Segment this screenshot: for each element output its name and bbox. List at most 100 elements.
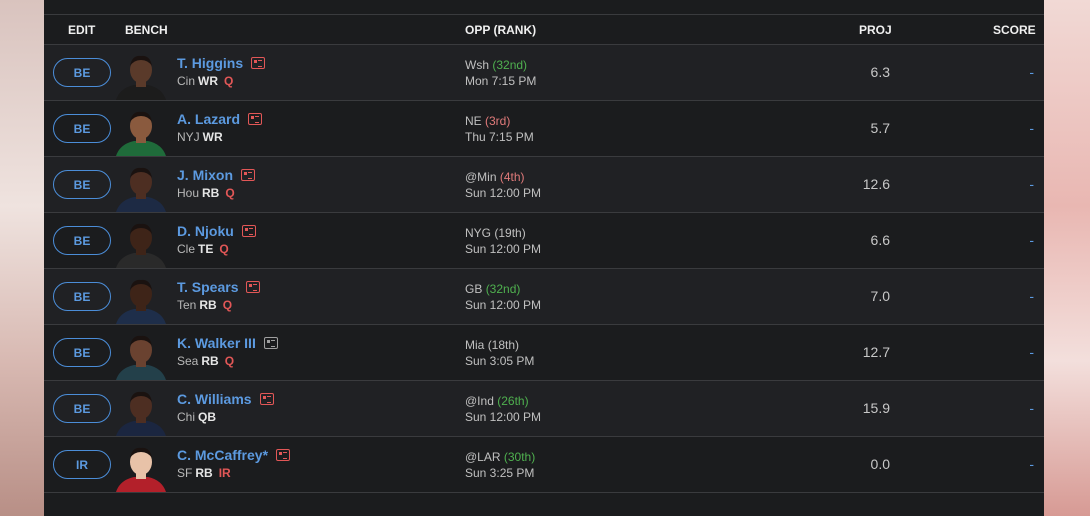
opponent-rank: (18th) [487,338,520,352]
opponent-info: @Ind (26th) Sun 12:00 PM [465,393,541,425]
injury-status: Q [222,298,233,312]
game-time: Sun 12:00 PM [465,298,542,312]
player-info: Cle TE Q [177,242,229,256]
player-name-link[interactable]: A. Lazard [177,111,240,127]
player-name-link[interactable]: J. Mixon [177,167,233,183]
opponent-team: @LAR [465,450,501,464]
player-name-link[interactable]: T. Higgins [177,55,243,71]
background-left [0,0,44,516]
player-team: Chi [177,410,196,424]
opponent-rank: (19th) [494,226,526,240]
lineup-slot-button[interactable]: IR [53,450,111,479]
projected-points: 12.6 [862,176,890,192]
player-info: Hou RB Q [177,186,235,200]
player-position: WR [202,130,223,144]
lineup-slot-button[interactable]: BE [53,114,111,143]
player-team: Sea [177,354,199,368]
player-name-wrap: J. Mixon [177,167,256,183]
lineup-slot-button[interactable]: BE [53,226,111,255]
projected-points: 0.0 [870,456,890,472]
table-row: BE C. Williams Chi QB @Ind (26th) Sun 12:… [44,381,1044,437]
player-position: RB [195,466,213,480]
player-name-wrap: A. Lazard [177,111,263,127]
header-proj: PROJ [859,22,892,37]
player-name-link[interactable]: T. Spears [177,279,238,295]
player-team: NYJ [177,130,200,144]
news-icon[interactable] [263,337,278,349]
player-team: Cin [177,74,196,88]
player-headshot [112,330,170,380]
top-bar [44,0,1044,15]
player-name-wrap: D. Njoku [177,223,256,239]
news-icon[interactable] [246,281,261,293]
score-value: - [1029,400,1034,416]
projected-points: 12.7 [862,344,890,360]
player-headshot [112,50,170,100]
player-headshot [112,218,170,268]
player-headshot [112,442,170,492]
opponent-rank: (3rd) [485,114,511,128]
lineup-slot-button[interactable]: BE [53,338,111,367]
opponent-info: Wsh (32nd) Mon 7:15 PM [465,57,536,89]
news-icon[interactable] [251,57,266,69]
player-position: TE [198,242,214,256]
table-row: BE A. Lazard NYJ WR NE (3rd) Thu 7:15 PM … [44,101,1044,157]
score-value: - [1029,176,1034,192]
news-icon[interactable] [276,449,291,461]
score-value: - [1029,64,1034,80]
projected-points: 6.6 [870,232,890,248]
player-info: Cin WR Q [177,74,233,88]
lineup-slot-button[interactable]: BE [53,282,111,311]
projected-points: 15.9 [862,400,890,416]
opponent-team: @Ind [465,394,494,408]
opponent-rank: (4th) [499,170,525,184]
score-value: - [1029,456,1034,472]
game-time: Thu 7:15 PM [465,130,534,144]
lineup-slot-button[interactable]: BE [53,170,111,199]
header-edit: EDIT [68,22,96,37]
player-info: Chi QB [177,410,222,424]
game-time: Mon 7:15 PM [465,74,537,88]
player-team: Cle [177,242,196,256]
player-headshot [112,162,170,212]
player-team: SF [177,466,193,480]
opponent-team: @Min [465,170,497,184]
game-time: Sun 12:00 PM [465,186,542,200]
opponent-team: Mia [465,338,485,352]
opponent-team: NYG [465,226,492,240]
game-time: Sun 12:00 PM [465,410,542,424]
game-time: Sun 3:25 PM [465,466,535,480]
score-value: - [1029,232,1034,248]
player-position: QB [198,410,217,424]
score-value: - [1029,120,1034,136]
header-score: SCORE [993,22,1036,37]
header-opp: OPP (RANK) [465,22,537,37]
lineup-slot-button[interactable]: BE [53,394,111,423]
player-name-link[interactable]: C. McCaffrey* [177,447,268,463]
player-name-link[interactable]: D. Njoku [177,223,234,239]
table-row: BE K. Walker III Sea RB Q Mia (18th) Sun 3… [44,325,1044,381]
player-name-wrap: K. Walker III [177,335,278,351]
player-info: SF RB IR [177,466,231,480]
news-icon[interactable] [259,393,274,405]
lineup-slot-button[interactable]: BE [53,58,111,87]
player-position: WR [198,74,219,88]
player-name-link[interactable]: K. Walker III [177,335,256,351]
injury-status: Q [224,354,235,368]
opponent-rank: (32nd) [485,282,521,296]
player-name-wrap: C. McCaffrey* [177,447,291,463]
opponent-team: Wsh [465,58,489,72]
opponent-team: GB [465,282,483,296]
opponent-info: NYG (19th) Sun 12:00 PM [465,225,541,257]
injury-status: IR [218,466,231,480]
news-icon[interactable] [241,169,256,181]
player-team: Ten [177,298,197,312]
projected-points: 7.0 [870,288,890,304]
player-headshot [112,274,170,324]
news-icon[interactable] [241,225,256,237]
projected-points: 5.7 [870,120,890,136]
news-icon[interactable] [248,113,263,125]
opponent-info: GB (32nd) Sun 12:00 PM [465,281,541,313]
player-name-link[interactable]: C. Williams [177,391,252,407]
score-value: - [1029,288,1034,304]
